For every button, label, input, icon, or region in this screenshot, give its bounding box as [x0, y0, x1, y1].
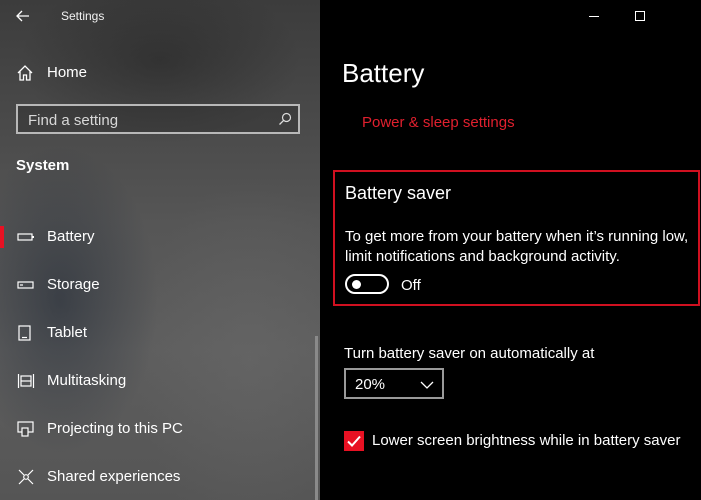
- maximize-icon: [635, 11, 645, 21]
- sidebar-item-storage[interactable]: Storage: [0, 268, 320, 316]
- auto-saver-label: Turn battery saver on automatically at: [344, 345, 595, 362]
- chevron-down-icon: [420, 378, 434, 390]
- sidebar-item-shared-experiences[interactable]: Shared experiences: [0, 460, 320, 500]
- maximize-button[interactable]: [617, 0, 663, 32]
- back-arrow-icon: [16, 10, 29, 22]
- search-box: [16, 104, 300, 134]
- lower-brightness-label: Lower screen brightness while in battery…: [372, 432, 681, 449]
- battery-saver-section: Battery saver To get more from your batt…: [333, 170, 700, 306]
- checkmark-icon: [347, 435, 361, 447]
- sidebar-item-label: Storage: [47, 276, 100, 293]
- toggle-knob: [352, 280, 361, 289]
- sidebar-item-tablet[interactable]: Tablet: [0, 316, 320, 364]
- nav-home[interactable]: Home: [0, 56, 320, 90]
- power-sleep-settings-link[interactable]: Power & sleep settings: [362, 114, 515, 131]
- nav-home-label: Home: [47, 64, 88, 81]
- battery-icon: [17, 228, 35, 246]
- minimize-button[interactable]: [571, 0, 617, 32]
- battery-saver-title: Battery saver: [345, 183, 452, 203]
- sidebar-item-label: Battery: [47, 228, 95, 245]
- sidebar-item-multitasking[interactable]: Multitasking: [0, 364, 320, 412]
- sidebar-item-projecting[interactable]: Projecting to this PC: [0, 412, 320, 460]
- sidebar-item-label: Multitasking: [47, 372, 127, 389]
- toggle-state-label: Off: [401, 277, 421, 294]
- projecting-icon: [17, 420, 35, 438]
- sidebar-item-label: Projecting to this PC: [47, 420, 183, 437]
- lower-brightness-checkbox[interactable]: [344, 431, 364, 451]
- select-value: 20%: [355, 376, 386, 393]
- battery-saver-toggle[interactable]: [345, 274, 389, 294]
- sidebar-scrollbar[interactable]: [315, 336, 318, 500]
- home-icon: [16, 64, 34, 82]
- main-content: Battery Power & sleep settings Battery s…: [320, 0, 701, 500]
- auto-saver-threshold-select[interactable]: 20%: [344, 368, 444, 399]
- close-button[interactable]: [663, 0, 701, 32]
- back-button[interactable]: [10, 6, 38, 28]
- nav-list: Battery Storage Tablet Multitasking Proj…: [0, 220, 320, 500]
- sidebar-item-label: Tablet: [47, 324, 88, 341]
- tablet-icon: [17, 324, 35, 342]
- page-title: Battery: [342, 58, 425, 88]
- shared-experiences-icon: [17, 468, 35, 486]
- section-title: System: [16, 157, 70, 174]
- search-icon[interactable]: [278, 112, 292, 126]
- window-controls: [571, 0, 701, 32]
- search-input[interactable]: [18, 106, 280, 134]
- battery-saver-description: To get more from your battery when it’s …: [345, 228, 689, 265]
- window-title: Settings: [61, 9, 105, 23]
- minimize-icon: [589, 16, 599, 17]
- sidebar-item-battery[interactable]: Battery: [0, 220, 320, 268]
- storage-icon: [17, 276, 35, 294]
- title-bar: Settings: [0, 0, 320, 34]
- selection-indicator: [0, 226, 4, 248]
- sidebar-item-label: Shared experiences: [47, 468, 181, 485]
- multitasking-icon: [17, 372, 35, 390]
- sidebar: Settings Home System: [0, 0, 320, 500]
